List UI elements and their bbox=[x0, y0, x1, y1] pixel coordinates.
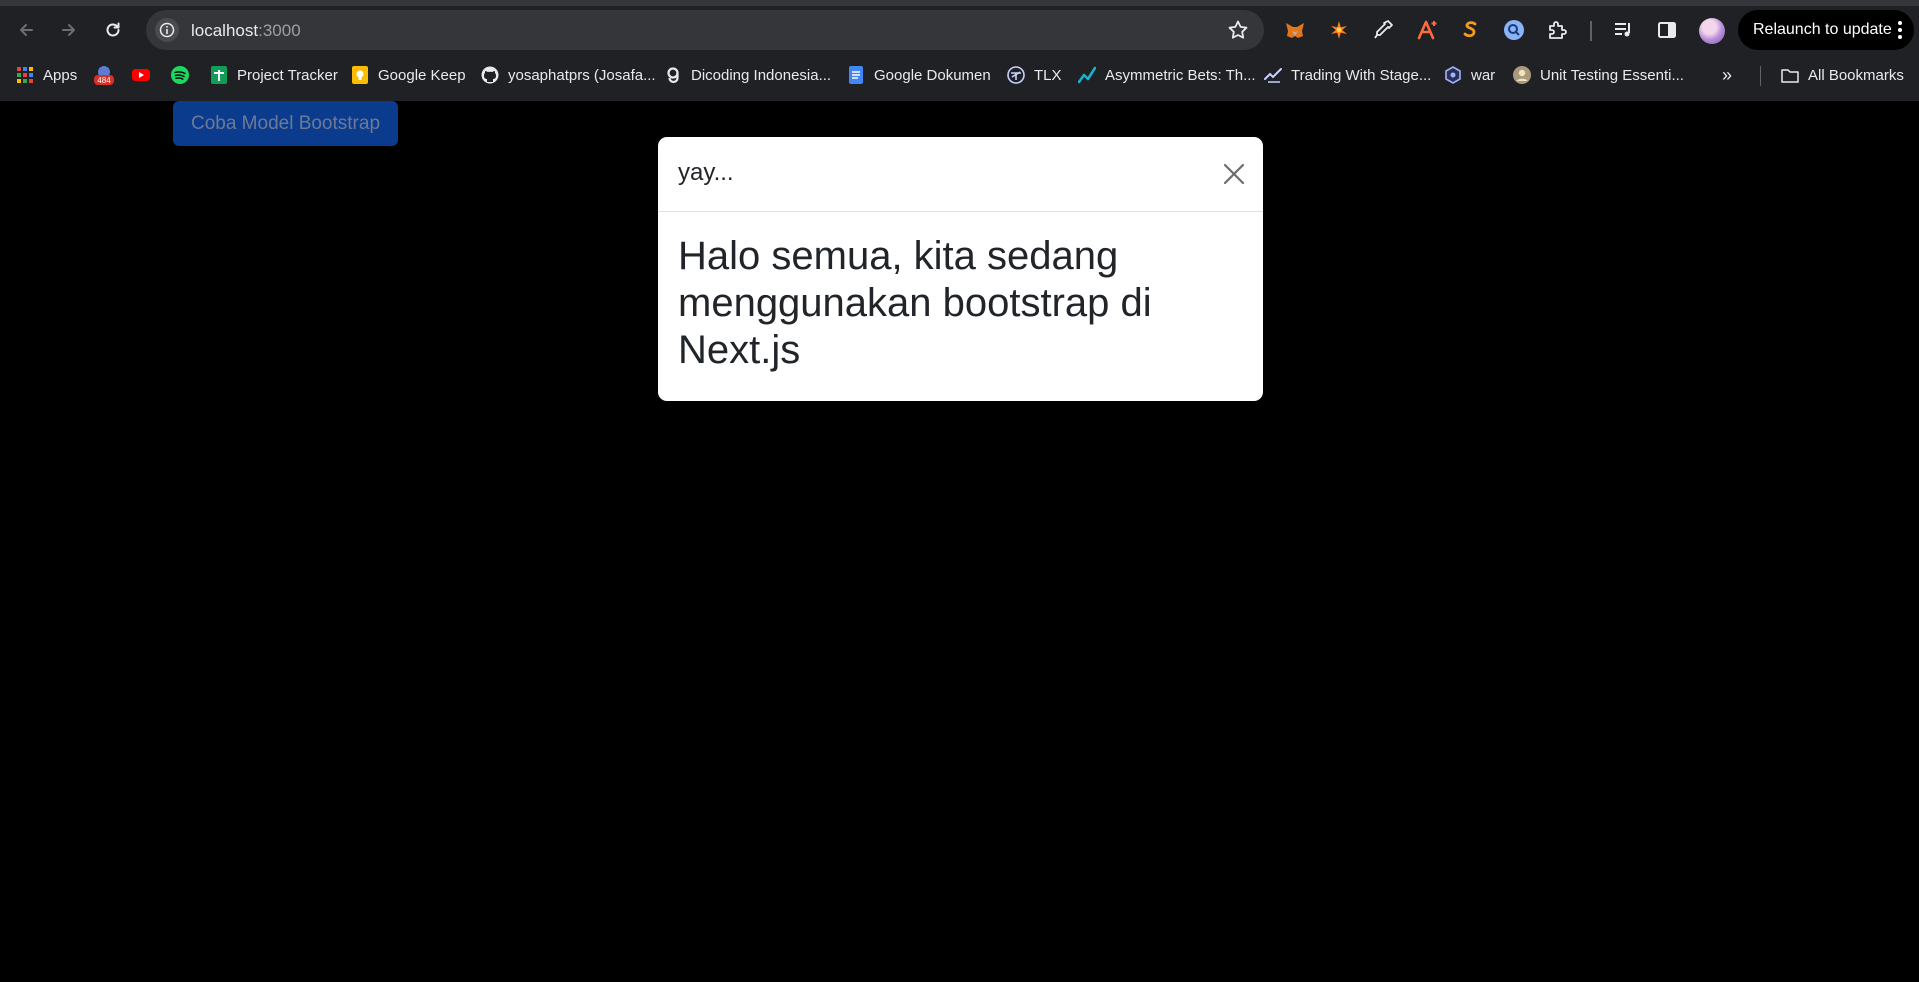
bookmark-google-keep[interactable]: Google Keep bbox=[351, 60, 466, 90]
person-avatar-icon bbox=[1513, 66, 1531, 84]
bookmark-label: Asymmetric Bets: Th... bbox=[1105, 66, 1256, 84]
bookmark-label: TLX bbox=[1034, 66, 1062, 84]
reload-button[interactable] bbox=[96, 13, 130, 47]
info-icon bbox=[159, 22, 175, 38]
browser-chrome: localhost:3000 Relaunch to update Apps 4… bbox=[0, 0, 1919, 101]
bookmark-github[interactable]: yosaphatprs (Josafa... bbox=[481, 60, 656, 90]
toolbar-separator bbox=[1590, 21, 1592, 41]
open-modal-button[interactable]: Coba Model Bootstrap bbox=[173, 101, 398, 146]
s-extension-icon[interactable] bbox=[1457, 17, 1483, 43]
reload-icon bbox=[106, 22, 120, 37]
war-icon bbox=[1444, 66, 1462, 84]
browser-toolbar: localhost:3000 Relaunch to update bbox=[0, 6, 1919, 55]
bookmark-label: war bbox=[1471, 66, 1496, 84]
bookmarks-bar: Apps 484 Project Tracker Google Keep yos… bbox=[0, 60, 1919, 90]
modal-header: yay... bbox=[658, 137, 1263, 212]
keep-icon bbox=[351, 66, 369, 84]
relaunch-button[interactable]: Relaunch to update bbox=[1738, 10, 1914, 50]
side-panel-icon[interactable] bbox=[1654, 17, 1680, 43]
forward-button[interactable] bbox=[52, 13, 86, 47]
close-icon[interactable] bbox=[1219, 159, 1249, 189]
site-info-button[interactable] bbox=[155, 18, 179, 42]
media-queue-icon[interactable] bbox=[1610, 17, 1636, 43]
badge-count: 484 bbox=[97, 76, 111, 85]
extensions-puzzle-icon[interactable] bbox=[1544, 17, 1570, 43]
folder-icon bbox=[1781, 66, 1799, 84]
chart-line-icon bbox=[1078, 66, 1096, 84]
spark-extension-icon[interactable] bbox=[1326, 17, 1352, 43]
bookmark-trading-stage[interactable]: Trading With Stage... bbox=[1264, 60, 1431, 90]
bookmark-label: Google Dokumen bbox=[874, 66, 991, 84]
bookmark-label: Apps bbox=[43, 66, 78, 84]
page-viewport: Coba Model Bootstrap yay... Halo semua, … bbox=[0, 101, 1919, 982]
github-icon bbox=[481, 66, 499, 84]
dicoding-icon bbox=[664, 66, 682, 84]
bookmark-tlx[interactable]: TLX bbox=[1007, 60, 1062, 90]
search-lens-extension-icon[interactable] bbox=[1501, 17, 1527, 43]
more-bookmarks-chevron-icon[interactable]: » bbox=[1722, 66, 1742, 84]
bookmark-youtube[interactable] bbox=[132, 60, 150, 90]
a-plus-extension-icon[interactable] bbox=[1414, 17, 1440, 43]
bookmark-label: yosaphatprs (Josafa... bbox=[508, 66, 656, 84]
bookmark-asymmetric-bets[interactable]: Asymmetric Bets: Th... bbox=[1078, 60, 1256, 90]
bookmark-spotify[interactable] bbox=[171, 60, 189, 90]
bookmark-star-icon[interactable] bbox=[1226, 18, 1250, 42]
relaunch-label: Relaunch to update bbox=[1753, 21, 1892, 38]
bookmark-war[interactable]: war bbox=[1444, 60, 1495, 90]
bookmark-apps[interactable]: Apps bbox=[16, 60, 77, 90]
address-bar[interactable]: localhost:3000 bbox=[146, 10, 1264, 50]
back-button[interactable] bbox=[9, 13, 43, 47]
url-host: localhost bbox=[191, 21, 259, 40]
apps-grid-icon bbox=[16, 66, 34, 84]
more-menu-icon bbox=[1898, 21, 1902, 39]
docs-icon bbox=[847, 66, 865, 84]
metamask-extension-icon[interactable] bbox=[1282, 17, 1308, 43]
spotify-icon bbox=[171, 66, 189, 84]
bookmark-label: Dicoding Indonesia... bbox=[691, 66, 832, 84]
all-bookmarks[interactable]: All Bookmarks bbox=[1781, 60, 1904, 90]
modal-title: yay... bbox=[678, 159, 734, 186]
url-text[interactable]: localhost:3000 bbox=[191, 21, 301, 41]
forward-arrow-icon bbox=[62, 24, 75, 36]
bookmark-badge[interactable]: 484 bbox=[93, 60, 115, 90]
back-arrow-icon bbox=[20, 24, 33, 36]
eyedropper-extension-icon[interactable] bbox=[1370, 17, 1396, 43]
sheets-icon bbox=[210, 66, 228, 84]
bookmark-label: Project Tracker bbox=[237, 66, 338, 84]
bookmark-google-dokumen[interactable]: Google Dokumen bbox=[847, 60, 991, 90]
all-bookmarks-label: All Bookmarks bbox=[1808, 66, 1904, 84]
profile-avatar[interactable] bbox=[1699, 18, 1725, 44]
bookmark-project-tracker[interactable]: Project Tracker bbox=[210, 60, 338, 90]
bookmark-label: Unit Testing Essenti... bbox=[1540, 66, 1684, 84]
bookmark-dicoding[interactable]: Dicoding Indonesia... bbox=[664, 60, 831, 90]
bookmark-label: Trading With Stage... bbox=[1291, 66, 1432, 84]
bookmark-unit-testing[interactable]: Unit Testing Essenti... bbox=[1513, 60, 1684, 90]
modal-body-text: Halo semua, kita sedang menggunakan boot… bbox=[678, 234, 1152, 372]
modal-dialog: yay... Halo semua, kita sedang menggunak… bbox=[658, 137, 1263, 401]
trading-icon bbox=[1264, 66, 1282, 84]
bookmark-label: Google Keep bbox=[378, 66, 466, 84]
notification-badge-icon: 484 bbox=[93, 64, 115, 86]
bookmarks-separator bbox=[1760, 66, 1761, 86]
youtube-icon bbox=[132, 66, 150, 84]
tlx-icon bbox=[1007, 66, 1025, 84]
url-port: :3000 bbox=[258, 21, 301, 40]
